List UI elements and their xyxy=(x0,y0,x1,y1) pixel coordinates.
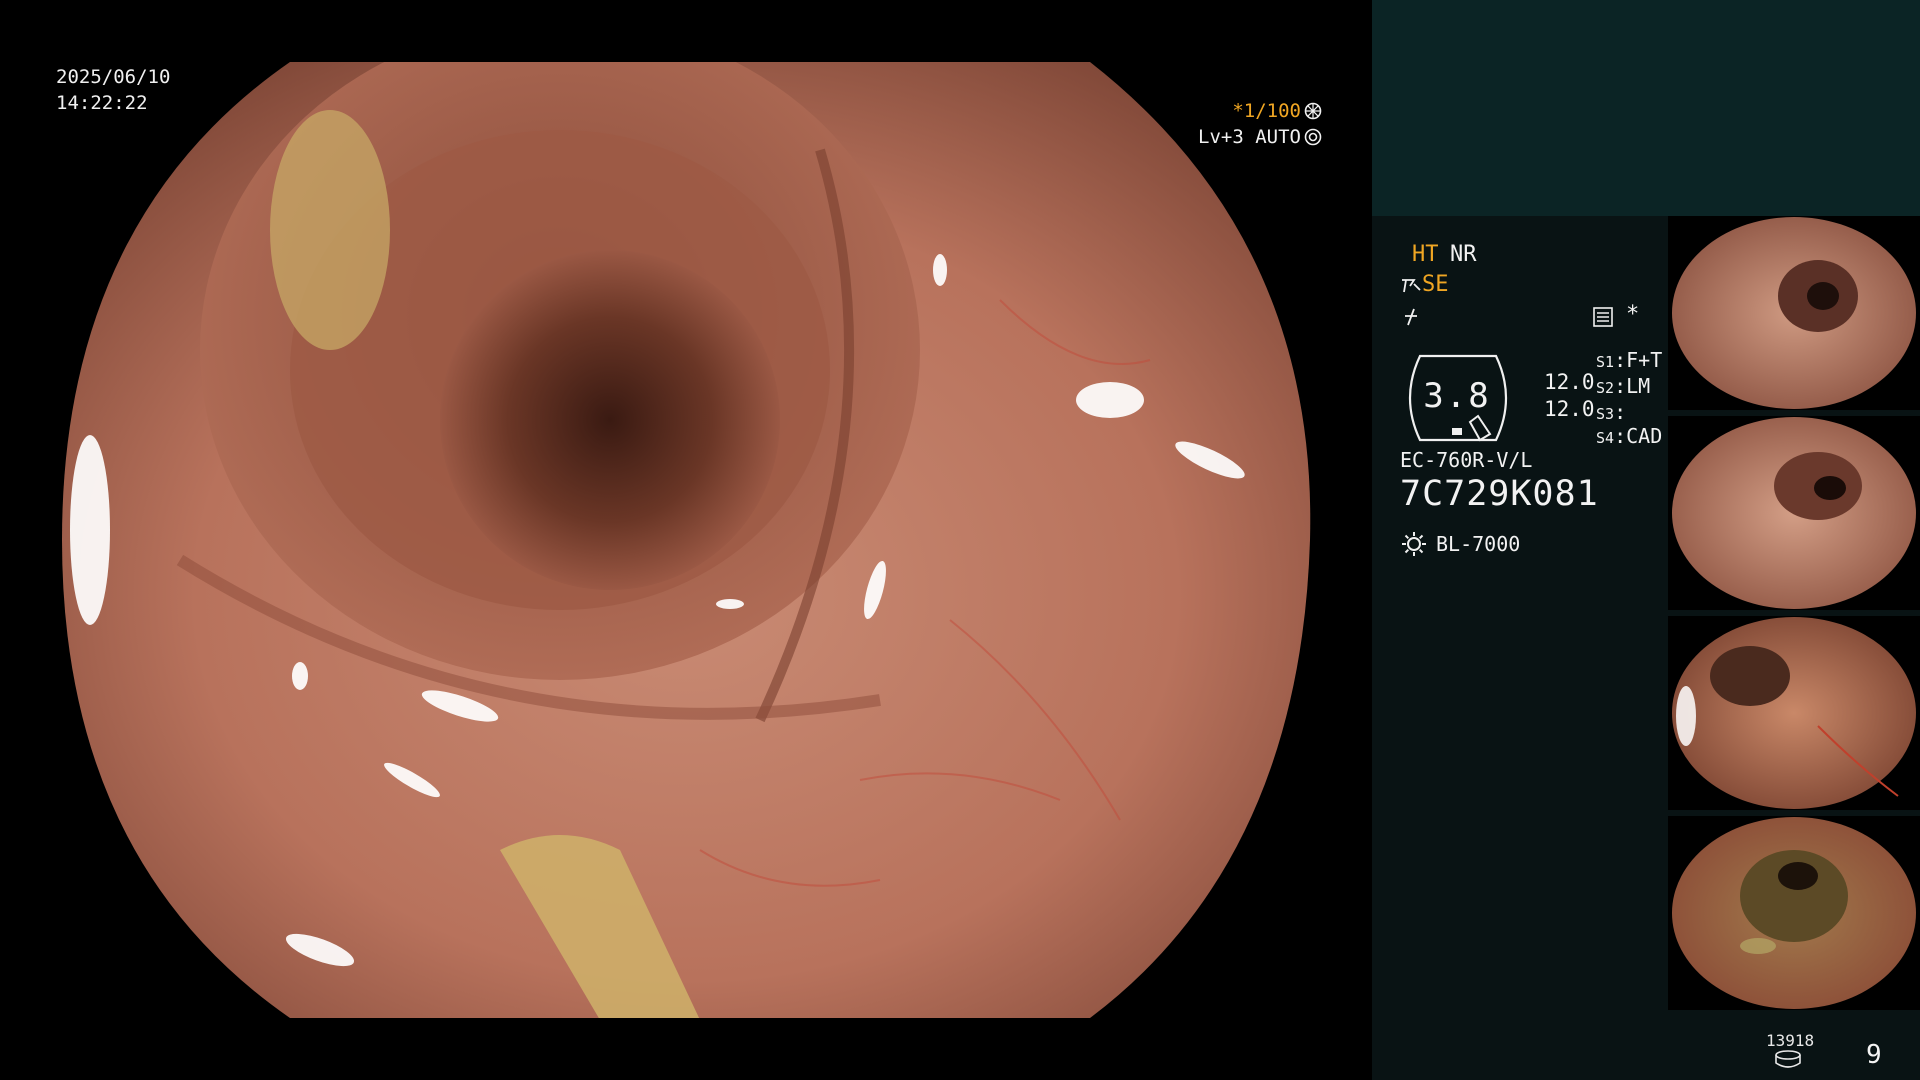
osd-iris: AUTO xyxy=(1255,126,1301,148)
thumbnail-4[interactable] xyxy=(1668,816,1920,1010)
osd-exposure: *1/100 Lv+3 AUTO xyxy=(1198,98,1322,150)
osd-time: 14:22:22 xyxy=(56,92,148,114)
iris-icon xyxy=(1304,127,1322,146)
switch-value: CAD xyxy=(1626,424,1663,448)
switch-s1: S1:F+T xyxy=(1596,348,1663,372)
switch-s2: S2:LM xyxy=(1596,374,1651,398)
gauge-reading-2: 12.0 xyxy=(1544,397,1595,421)
osd-datetime: 2025/06/10 14:22:22 xyxy=(56,64,170,116)
endoscope-image xyxy=(62,62,1311,1018)
switch-key: S4 xyxy=(1596,429,1615,447)
panel-header-area xyxy=(1372,0,1920,216)
mode-ht-label: HT xyxy=(1412,242,1439,267)
scope-serial: 7C729K081 xyxy=(1400,474,1599,514)
thumbnail-2[interactable] xyxy=(1668,416,1920,610)
function-icon xyxy=(1402,279,1421,293)
star-indicator: * xyxy=(1626,302,1640,327)
switch-value: LM xyxy=(1626,374,1651,398)
gauge-value: 3.8 xyxy=(1423,376,1491,416)
info-panel: HT NR SE * 3.8 12.0 12.0 S1:F+T S2:LM S3… xyxy=(1372,0,1920,1080)
switch-s3: S3: xyxy=(1596,400,1627,424)
switch-value: F+T xyxy=(1626,348,1663,372)
freeze-icon xyxy=(1405,308,1417,326)
aperture-icon xyxy=(1304,101,1322,120)
thumbnail-3[interactable] xyxy=(1668,616,1920,810)
thumbnail-1[interactable] xyxy=(1668,216,1920,410)
disk-icon xyxy=(1775,1050,1801,1068)
osd-date: 2025/06/10 xyxy=(56,66,171,88)
scope-info: HT NR SE * 3.8 12.0 12.0 S1:F+T S2:LM S3… xyxy=(1400,240,1690,580)
light-source-label: BL-7000 xyxy=(1436,532,1521,556)
osd-level: Lv+3 xyxy=(1198,126,1244,148)
mode-se-label: SE xyxy=(1422,272,1449,297)
image-count: 13918 xyxy=(1766,1031,1815,1050)
switch-key: S2 xyxy=(1596,379,1615,397)
endoscope-view: 2025/06/10 14:22:22 *1/100 Lv+3 AUTO xyxy=(0,0,1372,1080)
page-number: 9 xyxy=(1866,1040,1882,1070)
scope-model: EC-760R-V/L xyxy=(1400,448,1533,472)
light-source-icon xyxy=(1402,532,1426,556)
switch-key: S3 xyxy=(1596,405,1615,423)
mode-nr-label: NR xyxy=(1450,242,1477,267)
menu-icon xyxy=(1593,307,1613,327)
gauge-reading-1: 12.0 xyxy=(1544,370,1595,394)
switch-key: S1 xyxy=(1596,353,1615,371)
switch-s4: S4:CAD xyxy=(1596,424,1663,448)
osd-shutter: *1/100 xyxy=(1232,100,1301,122)
